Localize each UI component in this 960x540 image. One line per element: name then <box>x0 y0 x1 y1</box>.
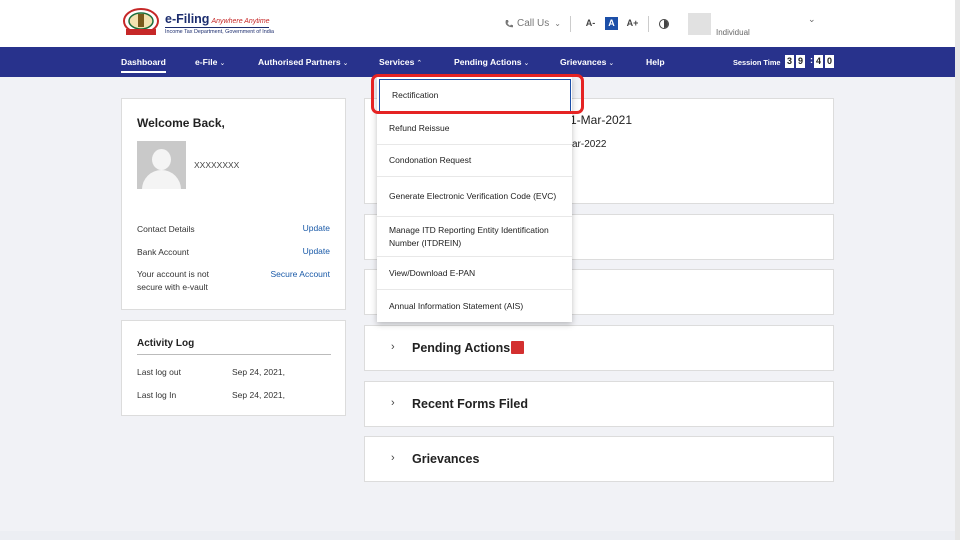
evault-status-label: Your account is not secure with e-vault <box>137 269 209 292</box>
logo-subtitle: Income Tax Department, Government of Ind… <box>165 29 274 35</box>
header-divider <box>570 16 571 32</box>
recent-forms-accordion[interactable]: › Recent Forms Filed <box>364 381 834 427</box>
accordion-title: Grievances <box>412 452 480 466</box>
chevron-right-icon: › <box>391 341 395 353</box>
bank-account-label: Bank Account <box>137 247 189 257</box>
grievances-accordion[interactable]: › Grievances <box>364 436 834 482</box>
accordion-title: Recent Forms Filed <box>412 397 528 411</box>
highlight-annotation-ring <box>371 74 584 114</box>
pending-actions-accordion[interactable]: › Pending Actions <box>364 325 834 371</box>
logo-divider <box>165 27 269 28</box>
last-login-value: Sep 24, 2021, <box>232 390 285 400</box>
contact-details-label: Contact Details <box>137 224 195 234</box>
chevron-right-icon: › <box>391 397 395 409</box>
activity-log-title: Activity Log <box>137 338 195 349</box>
contrast-toggle-icon[interactable] <box>659 19 669 29</box>
user-type-label: Individual <box>716 28 750 37</box>
nav-item-pending-actions[interactable]: Pending Actions ⌄ <box>454 47 529 77</box>
chevron-right-icon: › <box>391 452 395 464</box>
call-us-button[interactable]: Call Us ⌄ <box>504 18 561 29</box>
welcome-title: Welcome Back, <box>137 116 225 130</box>
session-digit: 0 <box>825 55 834 68</box>
nav-item-help[interactable]: Help <box>646 47 665 77</box>
nav-item-services[interactable]: Services ⌃ <box>379 47 422 77</box>
emblem-icon <box>123 8 159 35</box>
font-normal-button[interactable]: A <box>605 17 618 30</box>
profile-photo <box>137 141 186 189</box>
efiling-logo[interactable]: e-Filing Anywhere Anytime Income Tax Depa… <box>121 7 274 39</box>
accordion-title: Pending Actions <box>412 341 511 355</box>
alert-badge <box>511 341 524 354</box>
session-digit: 4 <box>814 55 823 68</box>
last-logout-value: Sep 24, 2021, <box>232 367 285 377</box>
header-divider <box>648 16 649 32</box>
call-us-label: Call Us <box>517 18 550 29</box>
last-login-label: Last log In <box>137 390 177 400</box>
menu-item-view-download-epan[interactable]: View/Download E-PAN <box>377 257 572 290</box>
footer-strip <box>0 531 955 540</box>
logo-tagline: Anywhere Anytime <box>211 18 270 25</box>
update-contact-link[interactable]: Update <box>303 223 330 233</box>
masked-pan: XXXXXXXX <box>194 160 240 170</box>
font-decrease-button[interactable]: A- <box>584 17 597 30</box>
menu-item-refund-reissue[interactable]: Refund Reissue <box>377 112 572 145</box>
phone-icon <box>505 19 513 27</box>
chevron-down-icon: ⌄ <box>608 60 615 67</box>
last-logout-label: Last log out <box>137 367 181 377</box>
partial-date-1: 1-Mar-2021 <box>570 113 633 127</box>
logo-title: e-Filing Anywhere Anytime <box>165 12 270 26</box>
session-digit: 9 <box>796 55 805 68</box>
chevron-down-icon: ⌄ <box>219 60 226 67</box>
update-bank-link[interactable]: Update <box>303 246 330 256</box>
chevron-down-icon[interactable]: ⌄ <box>808 14 816 25</box>
partial-date-2: ar-2022 <box>572 139 607 150</box>
nav-item-grievances[interactable]: Grievances ⌄ <box>560 47 614 77</box>
chevron-down-icon: ⌄ <box>342 60 349 67</box>
menu-item-generate-evc[interactable]: Generate Electronic Verification Code (E… <box>377 177 572 217</box>
secure-account-link[interactable]: Secure Account <box>270 269 330 279</box>
user-silhouette-icon <box>152 149 171 170</box>
divider <box>137 354 331 355</box>
welcome-card: Welcome Back, XXXXXXXX Contact Details U… <box>121 98 346 310</box>
nav-item-authorised-partners[interactable]: Authorised Partners ⌄ <box>258 47 349 77</box>
menu-item-condonation-request[interactable]: Condonation Request <box>377 145 572 177</box>
user-silhouette-body <box>142 170 181 189</box>
chevron-down-icon: ⌄ <box>554 19 561 28</box>
menu-item-ais[interactable]: Annual Information Statement (AIS) <box>377 290 572 322</box>
page-scrollbar[interactable] <box>955 0 960 540</box>
main-navbar: Dashboard e-File ⌄ Authorised Partners ⌄ S… <box>0 47 955 77</box>
session-digit: 3 <box>785 55 794 68</box>
session-time-label: Session Time <box>733 58 781 67</box>
chevron-down-icon: ⌄ <box>523 60 530 67</box>
nav-item-dashboard[interactable]: Dashboard <box>121 47 166 77</box>
menu-item-manage-itdrein[interactable]: Manage ITD Reporting Entity Identificati… <box>377 217 572 257</box>
user-avatar[interactable] <box>688 13 711 35</box>
activity-log-card: Activity Log Last log out Sep 24, 2021, … <box>121 320 346 416</box>
session-colon: : <box>810 55 813 65</box>
nav-item-efile[interactable]: e-File ⌄ <box>195 47 225 77</box>
font-increase-button[interactable]: A+ <box>626 17 639 30</box>
top-header: e-Filing Anywhere Anytime Income Tax Depa… <box>0 0 955 47</box>
chevron-up-icon: ⌃ <box>416 60 423 67</box>
